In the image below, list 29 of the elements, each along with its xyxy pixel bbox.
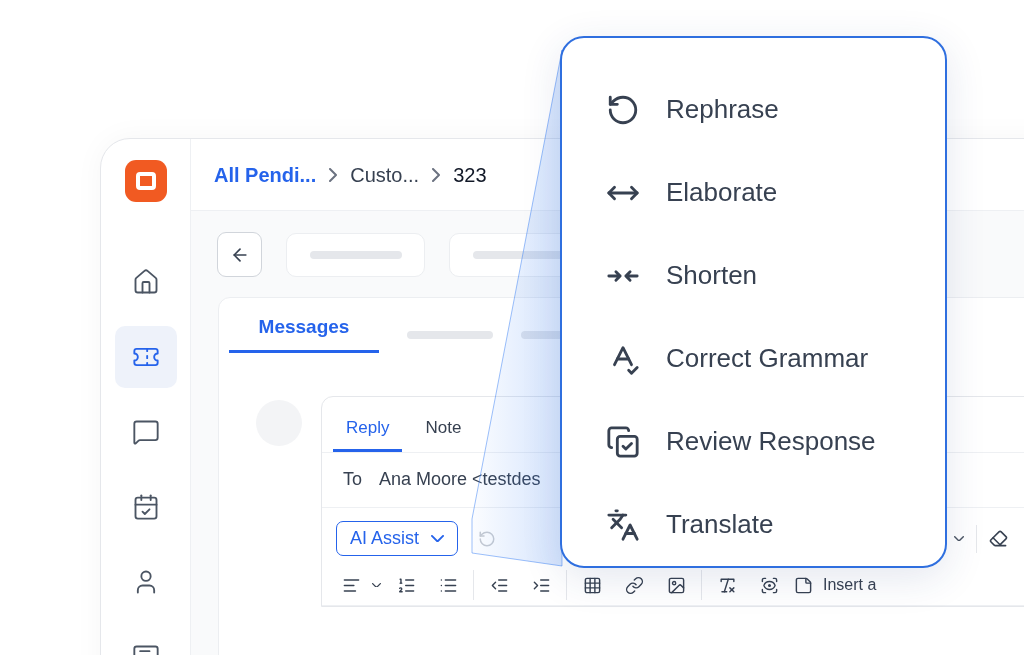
breadcrumb[interactable]: Custo... bbox=[350, 159, 420, 190]
chevron-icon bbox=[432, 167, 441, 182]
menu-item[interactable]: Correct Grammar bbox=[606, 317, 945, 400]
tab[interactable]: Messages bbox=[229, 312, 379, 353]
back-button[interactable] bbox=[217, 232, 262, 277]
note-icon bbox=[794, 575, 813, 595]
recipient-text: Ana Moore <testdes bbox=[379, 468, 541, 491]
translate-icon bbox=[606, 507, 640, 542]
caret-icon bbox=[372, 582, 381, 588]
menu-item[interactable]: Rephrase bbox=[606, 68, 945, 151]
chevron-icon bbox=[329, 167, 338, 182]
eraser-icon bbox=[989, 529, 1009, 548]
menu-item[interactable]: Shorten bbox=[606, 234, 945, 317]
to-label: To bbox=[343, 468, 362, 491]
breadcrumb: 323 bbox=[453, 162, 487, 188]
chat-icon bbox=[131, 418, 160, 446]
breadcrumb[interactable]: All Pendi... bbox=[214, 159, 317, 190]
insert-button[interactable]: Insert a bbox=[794, 573, 877, 597]
menu-item[interactable]: Translate bbox=[606, 483, 945, 566]
sidebar-item[interactable] bbox=[114, 326, 177, 388]
composer-tab[interactable]: Reply bbox=[333, 415, 403, 452]
caret-icon bbox=[431, 535, 445, 542]
menu-item[interactable]: Review Response bbox=[606, 400, 945, 483]
logo-icon bbox=[124, 160, 167, 202]
copy-check-icon bbox=[606, 424, 640, 459]
caret-icon bbox=[954, 536, 965, 541]
composer-tab[interactable]: Note bbox=[412, 415, 475, 452]
ai-assist-dropdown[interactable]: AI Assist bbox=[336, 521, 459, 556]
menu-item[interactable]: Elaborate bbox=[606, 151, 945, 234]
